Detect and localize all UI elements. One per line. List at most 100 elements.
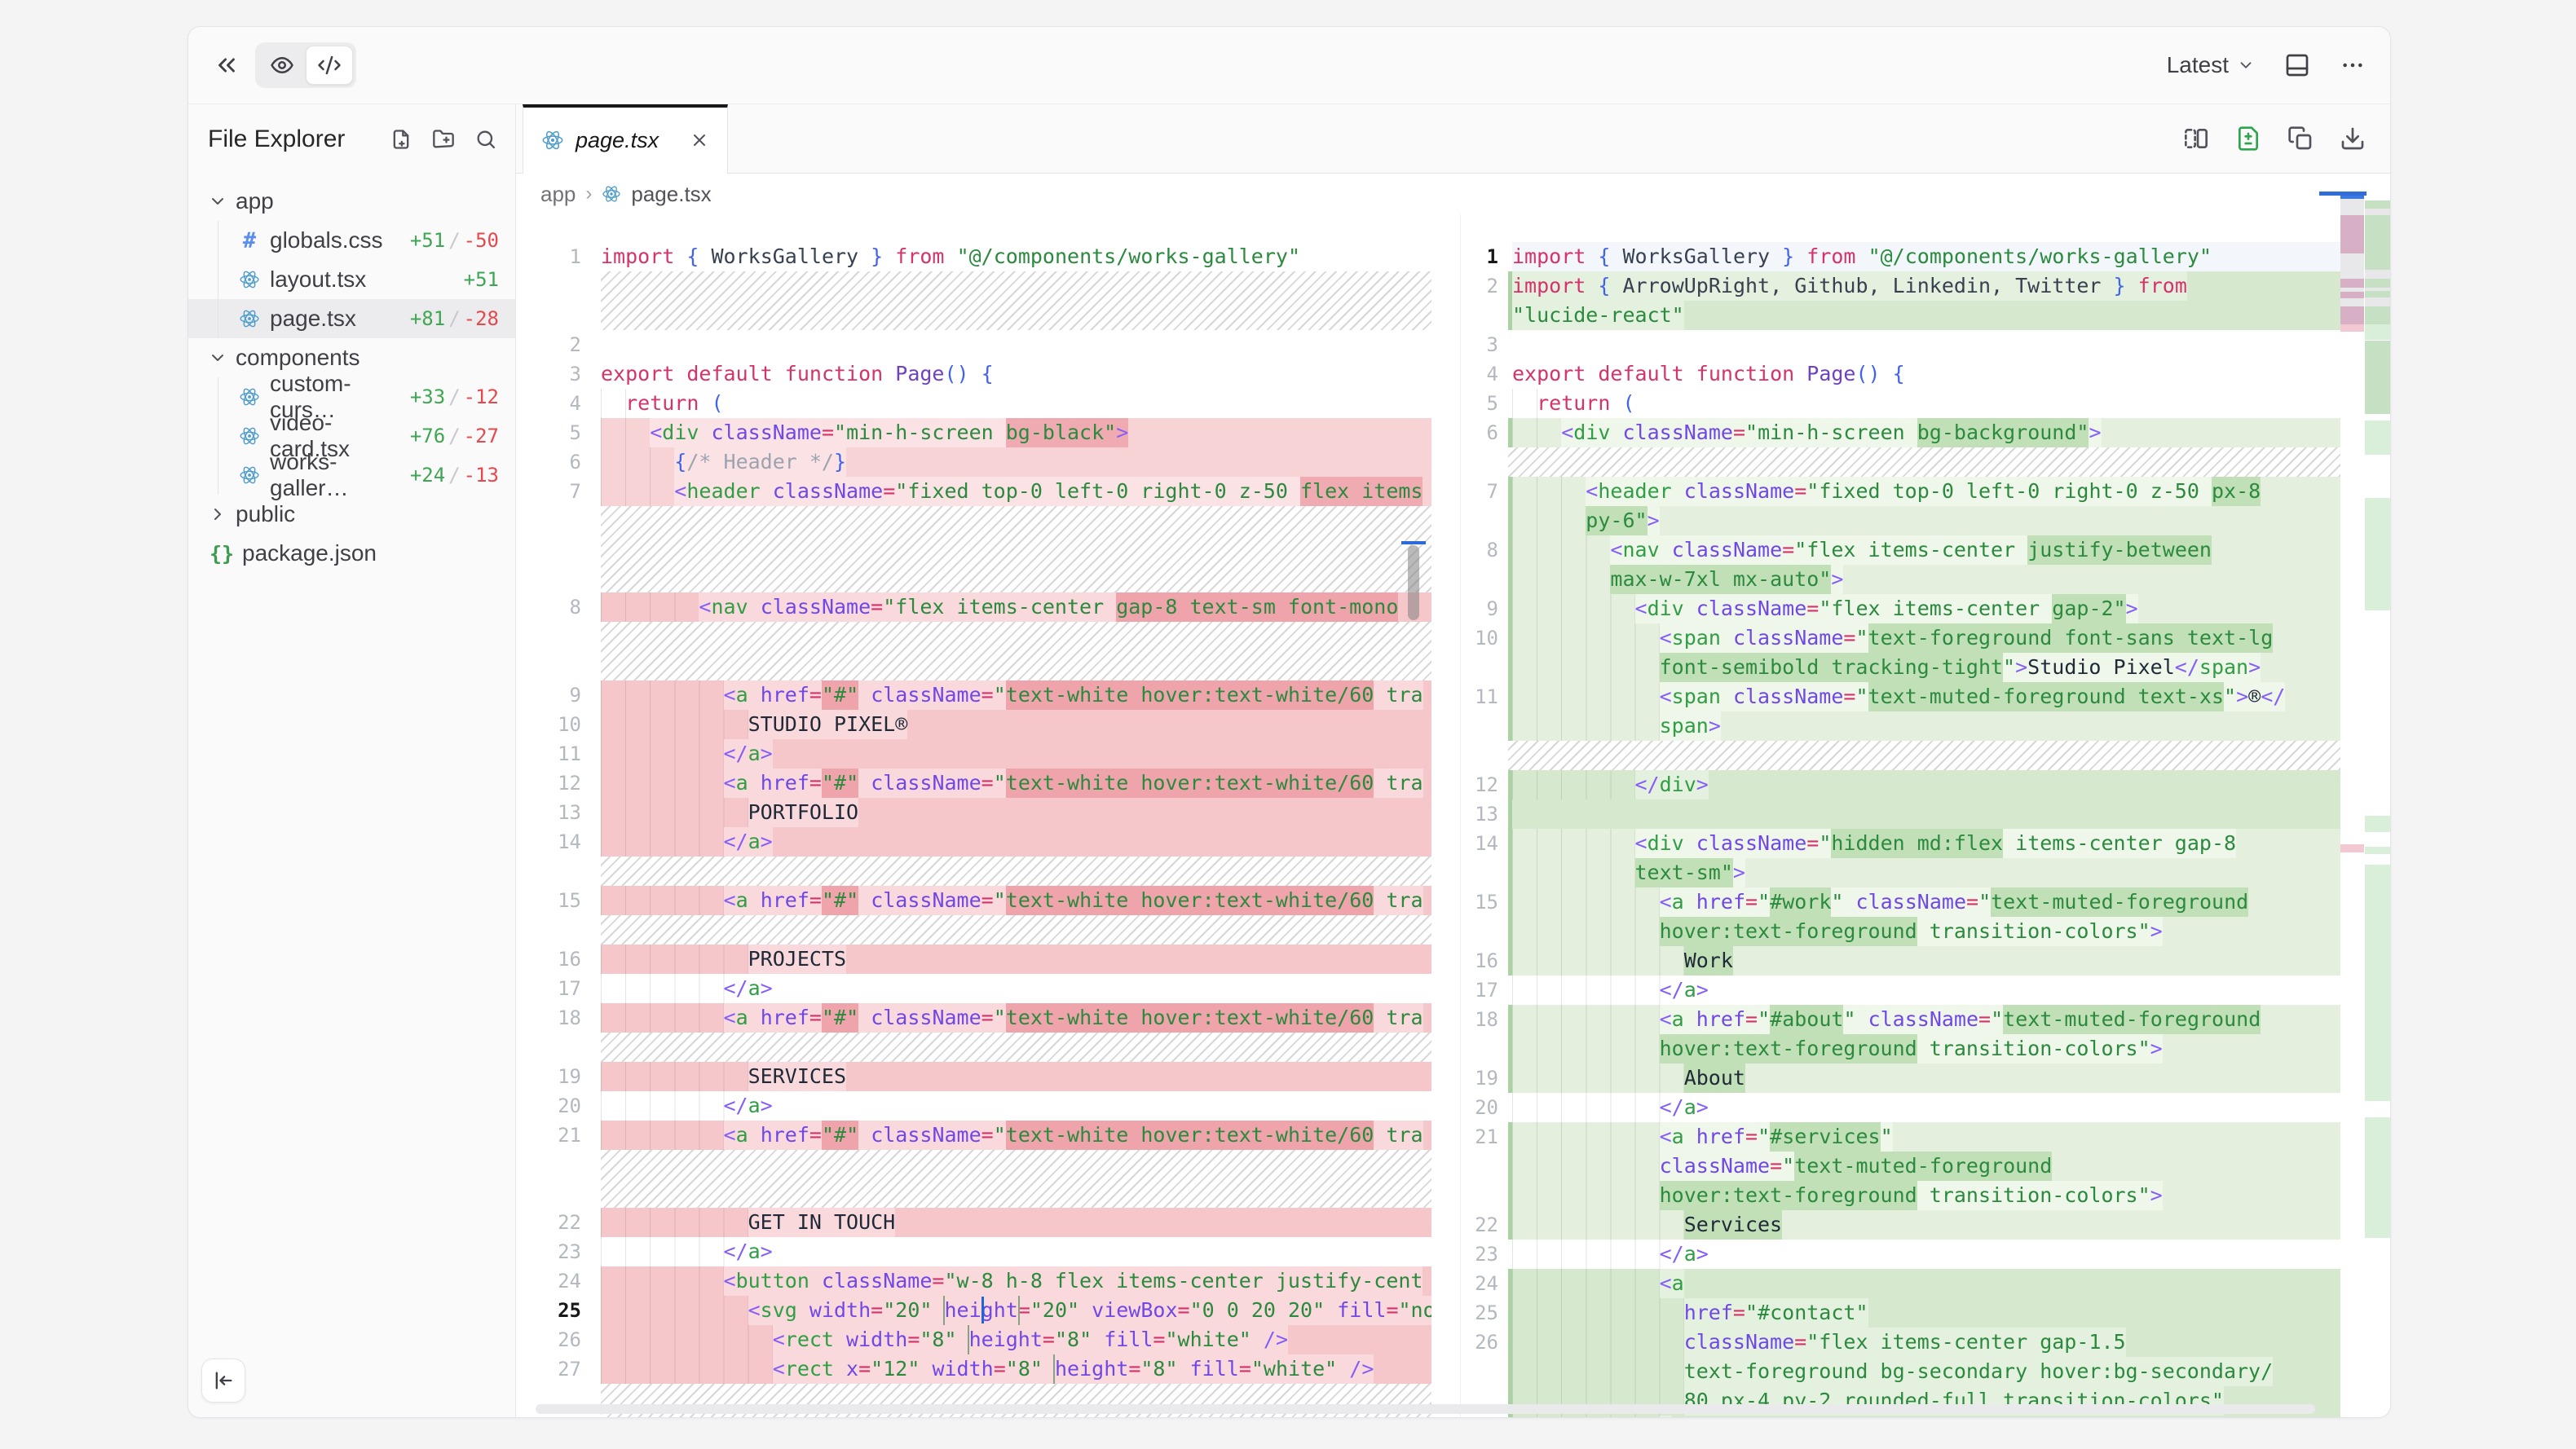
version-dropdown[interactable]: Latest: [2167, 52, 2255, 78]
code-line[interactable]: 15<a href="#work" className="text-muted-…: [1461, 887, 2342, 917]
horizontal-scrollbar[interactable]: [536, 1404, 2315, 1414]
split-view-button[interactable]: [2183, 126, 2209, 152]
code-toggle[interactable]: [306, 46, 353, 85]
new-file-button[interactable]: [390, 128, 412, 151]
code-line[interactable]: 7<header className="fixed top-0 left-0 r…: [516, 477, 1460, 506]
tree-item-page.tsx[interactable]: page.tsx+81/-28: [188, 299, 515, 338]
code-line[interactable]: 14</a>: [516, 827, 1460, 857]
code-line[interactable]: 9<div className="flex items-center gap-2…: [1461, 594, 2342, 623]
copy-code-button[interactable]: [2287, 126, 2314, 152]
code-line[interactable]: 16Work: [1461, 946, 2342, 976]
code-line[interactable]: 14<div className="hidden md:flex items-c…: [1461, 829, 2342, 858]
code-line[interactable]: 8<nav className="flex items-center gap-8…: [516, 592, 1460, 622]
code-line[interactable]: 17</a>: [1461, 976, 2342, 1005]
code-line[interactable]: 9<a href="#" className="text-white hover…: [516, 680, 1460, 710]
minimap-block: [2365, 306, 2390, 324]
code-line[interactable]: 26<rect width="8" height="8" fill="white…: [516, 1325, 1460, 1354]
code-line[interactable]: 2import { ArrowUpRight, Github, Linkedin…: [1461, 271, 2342, 301]
code-line[interactable]: hover:text-foreground transition-colors"…: [1461, 1034, 2342, 1064]
code-line[interactable]: 22Services: [1461, 1210, 2342, 1240]
code-line[interactable]: 10STUDIO PIXEL®: [516, 710, 1460, 739]
code-line[interactable]: 25<svg width="20" height="20" viewBox="0…: [516, 1296, 1460, 1325]
new-folder-button[interactable]: [432, 128, 455, 151]
code-line[interactable]: text-sm">: [1461, 858, 2342, 887]
code-line[interactable]: 27>: [1461, 1416, 2342, 1417]
collapse-sidebar-button[interactable]: [201, 1359, 245, 1403]
code-line[interactable]: hover:text-foreground transition-colors"…: [1461, 917, 2342, 946]
code-line[interactable]: text-foreground bg-secondary hover:bg-se…: [1461, 1357, 2342, 1386]
code-line[interactable]: 13: [1461, 799, 2342, 829]
code-line[interactable]: 18<a href="#" className="text-white hove…: [516, 1003, 1460, 1033]
more-options-button[interactable]: [2340, 52, 2366, 78]
tree-item-layout.tsx[interactable]: layout.tsx+51: [188, 260, 515, 299]
tree-item-app[interactable]: app: [188, 182, 515, 221]
panel-layout-button[interactable]: [2284, 52, 2310, 78]
tree-item-works-galler…[interactable]: works-galler…+24/-13: [188, 456, 515, 495]
code-line[interactable]: 2: [516, 330, 1460, 359]
code-line[interactable]: 4export default function Page() {: [1461, 359, 2342, 389]
code-line[interactable]: max-w-7xl mx-auto">: [1461, 565, 2342, 594]
code-line[interactable]: 27<rect x="12" width="8" height="8" fill…: [516, 1354, 1460, 1384]
react-icon: [239, 308, 260, 329]
code-line[interactable]: 6<div className="min-h-screen bg-backgro…: [1461, 418, 2342, 447]
code-line[interactable]: 16PROJECTS: [516, 945, 1460, 974]
close-tab-button[interactable]: [690, 130, 709, 150]
tree-item-public[interactable]: public: [188, 495, 515, 534]
panel-bottom-icon: [2284, 52, 2310, 78]
code-line[interactable]: 10<span className="text-foreground font-…: [1461, 623, 2342, 653]
code-line[interactable]: 20</a>: [516, 1091, 1460, 1121]
code-line[interactable]: 17</a>: [516, 974, 1460, 1003]
code-line[interactable]: 5<div className="min-h-screen bg-black">: [516, 418, 1460, 447]
code-line[interactable]: 6{/* Header */}: [516, 447, 1460, 477]
code-line[interactable]: 1import { WorksGallery } from "@/compone…: [516, 242, 1460, 271]
version-label: Latest: [2167, 52, 2229, 78]
code-line[interactable]: 5return (: [1461, 389, 2342, 418]
code-line[interactable]: span>: [1461, 711, 2342, 741]
code-line[interactable]: 20</a>: [1461, 1093, 2342, 1122]
search-files-button[interactable]: [474, 128, 497, 151]
code-line[interactable]: className="text-muted-foreground: [1461, 1152, 2342, 1181]
code-line[interactable]: 3: [1461, 330, 2342, 359]
tree-item-package.json[interactable]: {}package.json: [188, 534, 515, 573]
code-line[interactable]: 1import { WorksGallery } from "@/compone…: [1461, 242, 2342, 271]
view-diff-button[interactable]: [2235, 126, 2261, 152]
code-line[interactable]: 23</a>: [1461, 1240, 2342, 1269]
diff-minimap[interactable]: [2340, 174, 2390, 1417]
code-line[interactable]: 7<header className="fixed top-0 left-0 r…: [1461, 477, 2342, 506]
code-line[interactable]: 8<nav className="flex items-center justi…: [1461, 535, 2342, 565]
code-line[interactable]: 24<button className="w-8 h-8 flex items-…: [516, 1266, 1460, 1296]
code-line[interactable]: 26className="flex items-center gap-1.5: [1461, 1328, 2342, 1357]
tree-item-label: layout.tsx: [270, 266, 366, 293]
minimap-block: [2340, 306, 2364, 324]
tree-item-globals.css[interactable]: #globals.css+51/-50: [188, 221, 515, 260]
minimap-block: [2340, 844, 2364, 852]
code-line[interactable]: font-semibold tracking-tight">Studio Pix…: [1461, 653, 2342, 682]
minimap-block: [2365, 215, 2390, 270]
code-line[interactable]: 21<a href="#" className="text-white hove…: [516, 1121, 1460, 1150]
code-line[interactable]: 22GET IN TOUCH: [516, 1208, 1460, 1237]
code-line[interactable]: 21<a href="#services": [1461, 1122, 2342, 1152]
breadcrumb-folder[interactable]: app: [540, 182, 576, 207]
code-line[interactable]: 18<a href="#about" className="text-muted…: [1461, 1005, 2342, 1034]
code-line[interactable]: 19SERVICES: [516, 1062, 1460, 1091]
code-line[interactable]: 19About: [1461, 1064, 2342, 1093]
code-line[interactable]: 3export default function Page() {: [516, 359, 1460, 389]
code-line[interactable]: "lucide-react": [1461, 301, 2342, 330]
preview-toggle[interactable]: [258, 46, 306, 85]
code-line[interactable]: 11<span className="text-muted-foreground…: [1461, 682, 2342, 711]
code-line[interactable]: 12</div>: [1461, 770, 2342, 799]
code-line[interactable]: py-6">: [1461, 506, 2342, 535]
code-line[interactable]: 11</a>: [516, 739, 1460, 769]
code-line[interactable]: 24<a: [1461, 1269, 2342, 1298]
code-line[interactable]: 12<a href="#" className="text-white hove…: [516, 769, 1460, 798]
code-line[interactable]: 15<a href="#" className="text-white hove…: [516, 886, 1460, 915]
code-line[interactable]: hover:text-foreground transition-colors"…: [1461, 1181, 2342, 1210]
download-button[interactable]: [2340, 126, 2366, 152]
collapse-panel-button[interactable]: [213, 51, 240, 79]
tab-page-tsx[interactable]: page.tsx: [523, 104, 728, 173]
code-line[interactable]: 13PORTFOLIO: [516, 798, 1460, 827]
code-line[interactable]: 4return (: [516, 389, 1460, 418]
vertical-scrollbar[interactable]: [1408, 545, 1419, 620]
code-line[interactable]: 23</a>: [516, 1237, 1460, 1266]
code-line[interactable]: 25href="#contact": [1461, 1298, 2342, 1328]
